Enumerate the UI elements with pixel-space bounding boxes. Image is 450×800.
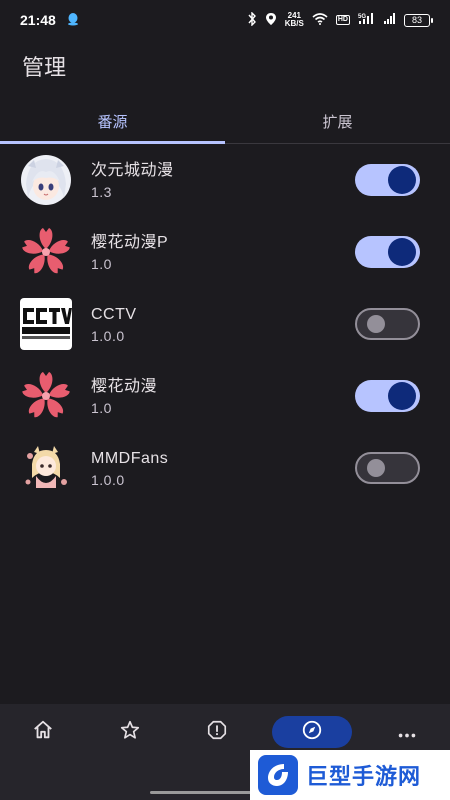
qq-notification-icon (66, 12, 80, 29)
toggle-knob (388, 238, 416, 266)
source-list: 次元城动漫 1.3 樱花动漫P 1.0 CCTV 1.0.0 樱花动漫 1.0 … (0, 144, 450, 504)
source-version: 1.0.0 (91, 327, 125, 344)
tab-sources-label: 番源 (97, 114, 128, 131)
tab-bar: 番源 扩展 (0, 100, 450, 144)
enable-toggle[interactable] (355, 164, 420, 196)
tab-sources[interactable]: 番源 (0, 100, 225, 144)
net-speed-unit: KB/S (284, 19, 304, 28)
source-version: 1.0 (91, 399, 112, 416)
watermark-text: 巨型手游网 (306, 764, 422, 789)
nav-favorites[interactable] (98, 716, 162, 748)
anime-girl-avatar-icon (20, 154, 72, 206)
nav-home[interactable] (11, 716, 75, 748)
watermark-logo-icon (258, 755, 298, 795)
toggle-knob (388, 166, 416, 194)
status-bar: 21:48 241 KB/S HD 5G 83 (0, 0, 450, 40)
network-speed: 241 KB/S (285, 12, 304, 28)
status-time: 21:48 (20, 12, 56, 28)
alert-icon (206, 719, 228, 746)
toggle-knob (367, 459, 385, 477)
toggle-knob (388, 382, 416, 410)
star-icon (119, 719, 141, 746)
wifi-icon (312, 12, 328, 28)
list-item[interactable]: 次元城动漫 1.3 (0, 144, 450, 216)
source-name: 樱花动漫P (91, 233, 169, 251)
source-version: 1.0.0 (91, 471, 125, 488)
bluetooth-icon (247, 10, 257, 29)
cctv-logo-icon (20, 298, 72, 350)
cellular-signal-icon: 5G (358, 12, 376, 28)
mmdfans-character-icon (20, 442, 72, 494)
watermark-banner: 巨型手游网 (250, 750, 450, 800)
enable-toggle[interactable] (355, 452, 420, 484)
source-name: 次元城动漫 (91, 161, 174, 179)
tab-extensions[interactable]: 扩展 (225, 100, 450, 143)
source-name: CCTV (91, 305, 137, 323)
hd-badge: HD (335, 15, 350, 25)
nav-more[interactable] (375, 716, 439, 748)
battery-indicator: 83 (404, 13, 433, 27)
toggle-knob (367, 315, 385, 333)
enable-toggle[interactable] (355, 308, 420, 340)
cellular-signal-2-icon (384, 12, 396, 28)
enable-toggle[interactable] (355, 236, 420, 268)
source-name: 樱花动漫 (91, 377, 158, 395)
enable-toggle[interactable] (355, 380, 420, 412)
tab-extensions-label: 扩展 (322, 114, 353, 131)
nav-alerts[interactable] (185, 716, 249, 748)
sakura-flower-icon (20, 226, 72, 278)
battery-level: 83 (411, 15, 422, 25)
source-version: 1.3 (91, 183, 112, 200)
home-icon (32, 719, 54, 746)
list-item[interactable]: 樱花动漫 1.0 (0, 360, 450, 432)
page-title: 管理 (22, 55, 67, 80)
sakura-flower-icon (20, 370, 72, 422)
source-name: MMDFans (91, 449, 169, 467)
list-item[interactable]: 樱花动漫P 1.0 (0, 216, 450, 288)
location-icon (265, 12, 277, 29)
compass-icon (301, 719, 323, 746)
list-item[interactable]: MMDFans 1.0.0 (0, 432, 450, 504)
list-item[interactable]: CCTV 1.0.0 (0, 288, 450, 360)
more-icon (396, 719, 418, 746)
source-version: 1.0 (91, 255, 112, 272)
nav-explore[interactable] (271, 716, 352, 748)
svg-text:5G: 5G (358, 14, 366, 20)
